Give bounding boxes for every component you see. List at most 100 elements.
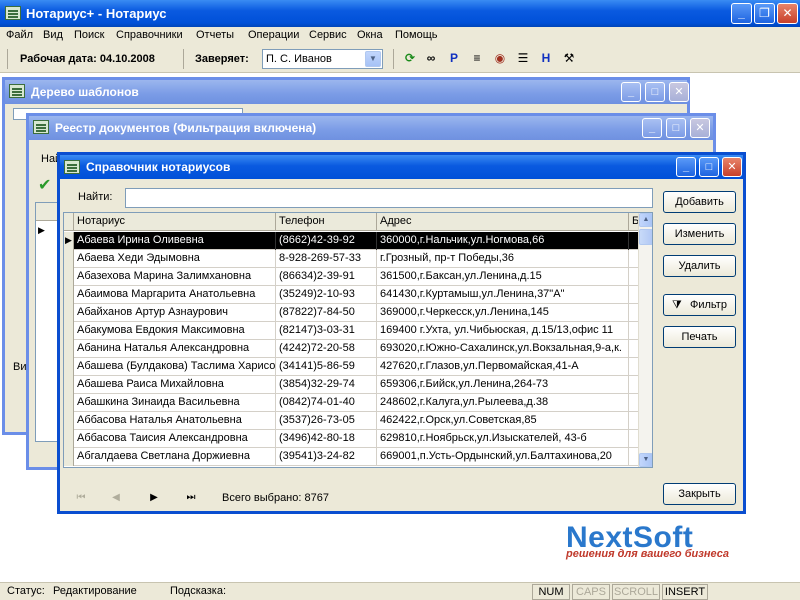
main-title-bar[interactable]: Нотариус+ - Нотариус _ ❐ ✕ (0, 0, 800, 27)
table-row[interactable]: Абазехова Марина Залимхановна (86634)2-39… (64, 268, 640, 286)
minimize-button[interactable]: _ (621, 82, 641, 102)
binoculars-icon[interactable]: ∞ (423, 50, 439, 66)
column-address[interactable]: Адрес (377, 213, 629, 231)
tree-icon[interactable]: ≡ (469, 50, 485, 66)
menu-reports[interactable]: Отчеты (196, 29, 234, 41)
table-row[interactable]: Абашева Раиса Михайловна (3854)32-29-74 65… (64, 376, 640, 394)
close-dialog-button[interactable]: Закрыть (663, 483, 736, 505)
table-row[interactable]: Абанина Наталья Александровна (4242)72-20… (64, 340, 640, 358)
scroll-down-icon[interactable]: ▼ (639, 453, 652, 467)
cell-notary: Аббасова Таисия Александровна (74, 430, 276, 448)
notary-grid[interactable]: Нотариус Телефон Адрес Б ▶ Абаева Ирина О… (63, 212, 653, 468)
maximize-button[interactable]: □ (666, 118, 686, 138)
menu-operations[interactable]: Операции (248, 29, 299, 41)
scroll-thumb[interactable] (639, 229, 652, 245)
table-row[interactable]: Абакумова Евдокия Максимовна (82147)3-03-… (64, 322, 640, 340)
cell-address: 693020,г.Южно-Сахалинск,ул.Вокзальная,9-… (377, 340, 629, 358)
row-indicator[interactable] (64, 250, 74, 268)
h-icon[interactable]: H (538, 50, 554, 66)
menu-help[interactable]: Помощь (395, 29, 438, 41)
row-indicator[interactable] (64, 322, 74, 340)
minimize-button[interactable]: _ (731, 3, 752, 24)
menu-references[interactable]: Справочники (116, 29, 183, 41)
add-button[interactable]: Добавить (663, 191, 736, 213)
row-indicator[interactable] (64, 268, 74, 286)
row-indicator[interactable] (64, 358, 74, 376)
row-indicator[interactable] (64, 412, 74, 430)
registry-title-bar[interactable]: Реестр документов (Фильтрация включена) … (29, 116, 713, 140)
cell-phone: (86634)2-39-91 (276, 268, 377, 286)
templates-title-bar[interactable]: Дерево шаблонов _ □ ✕ (5, 80, 689, 104)
row-indicator[interactable] (64, 340, 74, 358)
menu-windows[interactable]: Окна (357, 29, 383, 41)
table-row[interactable]: Аббасова Наталья Анатольевна (3537)26-73-… (64, 412, 640, 430)
close-button[interactable]: ✕ (777, 3, 798, 24)
chevron-down-icon[interactable]: ▼ (365, 51, 381, 67)
menu-search[interactable]: Поиск (74, 29, 104, 41)
cell-notary: Абаимова Маргарита Анатольевна (74, 286, 276, 304)
last-record-icon[interactable]: ⏭ (183, 491, 199, 505)
menu-view[interactable]: Вид (43, 29, 63, 41)
window-icon (64, 160, 80, 174)
p-icon[interactable]: P (446, 50, 462, 66)
menu-service[interactable]: Сервис (309, 29, 347, 41)
delete-button[interactable]: Удалить (663, 255, 736, 277)
toolbar-grip (7, 49, 8, 69)
row-indicator[interactable] (64, 448, 74, 466)
table-row[interactable]: ▶ Абаева Ирина Оливевна (8662)42-39-92 3600… (64, 232, 640, 250)
cell-phone: (35249)2-10-93 (276, 286, 377, 304)
search-input[interactable] (125, 188, 653, 208)
certifier-select[interactable]: П. С. Иванов ▼ (262, 49, 383, 69)
cell-address: 361500,г.Баксан,ул.Ленина,д.15 (377, 268, 629, 286)
filter-label: Фильтр (690, 299, 727, 311)
cell-notary: Абгалдаева Светлана Доржиевна (74, 448, 276, 466)
close-button[interactable]: ✕ (669, 82, 689, 102)
notary-title-bar[interactable]: Справочник нотариусов _ □ ✕ (60, 155, 743, 179)
window-icon (9, 84, 25, 98)
minimize-button[interactable]: _ (676, 157, 696, 177)
search-db-icon[interactable]: ◉ (492, 50, 508, 66)
header-indicator (64, 213, 74, 231)
menu-file[interactable]: Файл (6, 29, 33, 41)
table-row[interactable]: Абгалдаева Светлана Доржиевна (39541)3-24… (64, 448, 640, 466)
first-record-icon[interactable]: ⏮ (73, 491, 89, 505)
cell-address: 669001,п.Усть-Ордынский,ул.Балтахинова,2… (377, 448, 629, 466)
maximize-button[interactable]: □ (645, 82, 665, 102)
filter-button[interactable]: ⧩ Фильтр (663, 294, 736, 316)
minimize-button[interactable]: _ (642, 118, 662, 138)
refresh-icon[interactable]: ⟳ (402, 50, 418, 66)
row-indicator[interactable]: ▶ (64, 232, 74, 250)
table-row[interactable]: Аббасова Таисия Александровна (3496)42-80… (64, 430, 640, 448)
tools-icon[interactable]: ⚒ (561, 50, 577, 66)
table-row[interactable]: Абашева (Булдакова) Таслима Харисов (3414… (64, 358, 640, 376)
cell-phone: (8662)42-39-92 (276, 232, 377, 250)
cell-notary: Абанина Наталья Александровна (74, 340, 276, 358)
toolbar-separator (393, 49, 394, 69)
row-indicator[interactable] (64, 376, 74, 394)
maximize-button[interactable]: □ (699, 157, 719, 177)
table-row[interactable]: Абашкина Зинаида Васильевна (0842)74-01-4… (64, 394, 640, 412)
restore-button[interactable]: ❐ (754, 3, 775, 24)
close-button[interactable]: ✕ (722, 157, 742, 177)
next-record-icon[interactable]: ▶ (146, 491, 162, 505)
row-indicator[interactable] (64, 394, 74, 412)
cell-phone: (34141)5-86-59 (276, 358, 377, 376)
vertical-scrollbar[interactable]: ▲ ▼ (638, 213, 652, 467)
list-icon[interactable]: ☰ (515, 50, 531, 66)
row-indicator[interactable] (64, 304, 74, 322)
row-indicator[interactable] (64, 430, 74, 448)
table-row[interactable]: Абаева Хеди Эдымовна 8-928-269-57-33 г.Гро… (64, 250, 640, 268)
table-row[interactable]: Абаимова Маргарита Анатольевна (35249)2-1… (64, 286, 640, 304)
close-button[interactable]: ✕ (690, 118, 710, 138)
print-button[interactable]: Печать (663, 326, 736, 348)
cell-address: 462422,г.Орск,ул.Советская,85 (377, 412, 629, 430)
column-phone[interactable]: Телефон (276, 213, 377, 231)
column-notary[interactable]: Нотариус (74, 213, 276, 231)
table-row[interactable]: Абайханов Артур Азнаурович (87822)7-84-50… (64, 304, 640, 322)
hint-label: Подсказка: (170, 585, 227, 597)
prev-record-icon[interactable]: ◀ (108, 491, 124, 505)
checkmark-icon[interactable]: ✔ (38, 175, 51, 195)
row-indicator[interactable] (64, 286, 74, 304)
scroll-up-icon[interactable]: ▲ (639, 213, 652, 227)
edit-button[interactable]: Изменить (663, 223, 736, 245)
